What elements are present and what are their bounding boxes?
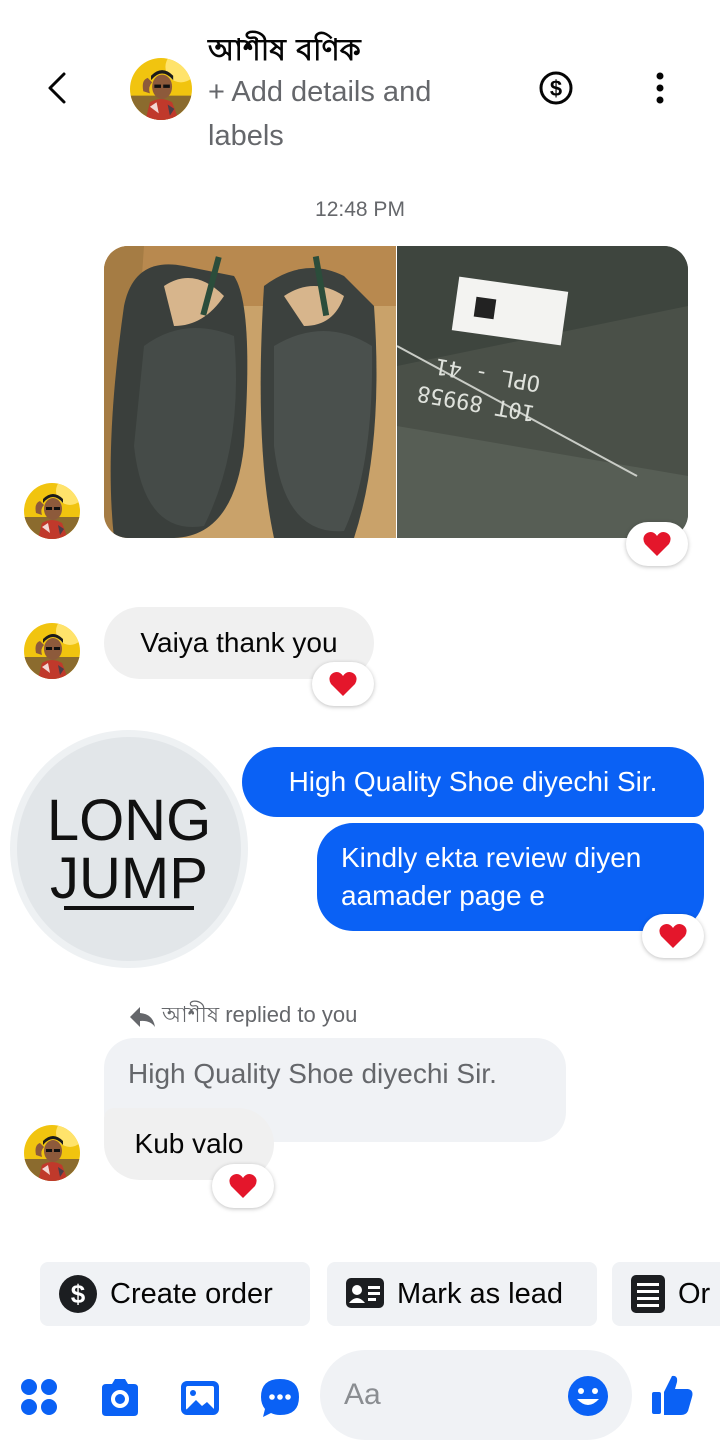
sender-avatar[interactable] [24,1125,80,1181]
list-document-icon [631,1275,665,1313]
quoted-message-text: High Quality Shoe diyechi Sir. [128,1058,497,1089]
logo-text-line2: JUMP [50,846,208,911]
heart-icon [643,532,671,556]
shoebox-photo[interactable]: 10T 89958 OPL - 41 [397,246,688,538]
chevron-left-icon [48,72,66,104]
dollar-circle-icon: $ [59,1275,97,1313]
logo-text-line1: LONG [47,788,211,853]
shoe-photo[interactable] [104,246,396,538]
camera-icon [102,1379,138,1416]
like-button[interactable] [650,1372,696,1418]
chip-label: Or [678,1277,711,1310]
back-button[interactable] [40,70,76,106]
sender-avatar[interactable] [24,623,80,679]
orders-chip[interactable]: Or [612,1262,720,1326]
more-vertical-icon [656,72,664,104]
reaction-heart[interactable] [642,914,704,958]
svg-text:$: $ [550,76,562,101]
emoji-icon [568,1376,608,1416]
svg-text:$: $ [71,1279,86,1309]
apps-button[interactable] [18,1376,62,1420]
message-text: Kindly ekta review diyen aamader page e [341,842,642,911]
add-details-labels-link[interactable]: + Add details and labels [208,70,508,158]
sender-avatar[interactable] [24,483,80,539]
mark-as-lead-chip[interactable]: Mark as lead [327,1262,597,1326]
chip-label: Create order [110,1277,273,1310]
heart-icon [329,672,357,696]
heart-icon [659,924,687,948]
chat-bubble-icon [261,1379,299,1417]
more-options-button[interactable] [648,70,672,106]
create-order-chip[interactable]: $ Create order [40,1262,310,1326]
message-text: Kub valo [134,1128,244,1159]
heart-icon [229,1174,257,1198]
emoji-button[interactable] [566,1374,610,1418]
message-bubble-outgoing[interactable]: High Quality Shoe diyechi Sir. [242,747,704,817]
apps-icon [21,1379,57,1415]
gallery-button[interactable] [178,1376,222,1420]
message-input-placeholder: Aa [344,1378,381,1411]
payment-button[interactable]: $ [538,70,574,106]
chip-label: Mark as lead [397,1277,564,1310]
contact-card-icon [346,1278,384,1308]
page-logo-avatar[interactable]: LONG JUMP [8,728,250,970]
dollar-circle-icon: $ [539,71,573,105]
reply-indicator-text: আশীষ replied to you [162,1002,358,1027]
message-text: High Quality Shoe diyechi Sir. [288,766,658,797]
reply-indicator: আশীষ replied to you [128,998,357,1035]
reply-arrow-icon [130,1006,155,1027]
image-icon [181,1381,219,1415]
message-bubble-outgoing[interactable]: Kindly ekta review diyen aamader page e [317,823,704,931]
thumbs-up-icon [652,1375,693,1415]
reaction-heart[interactable] [312,662,374,706]
camera-button[interactable] [98,1376,142,1420]
contact-avatar[interactable] [130,58,192,120]
reaction-heart[interactable] [212,1164,274,1208]
reaction-heart[interactable] [626,522,688,566]
chat-actions-button[interactable] [258,1376,302,1420]
message-text: Vaiya thank you [140,627,338,658]
message-timestamp: 12:48 PM [315,198,405,221]
